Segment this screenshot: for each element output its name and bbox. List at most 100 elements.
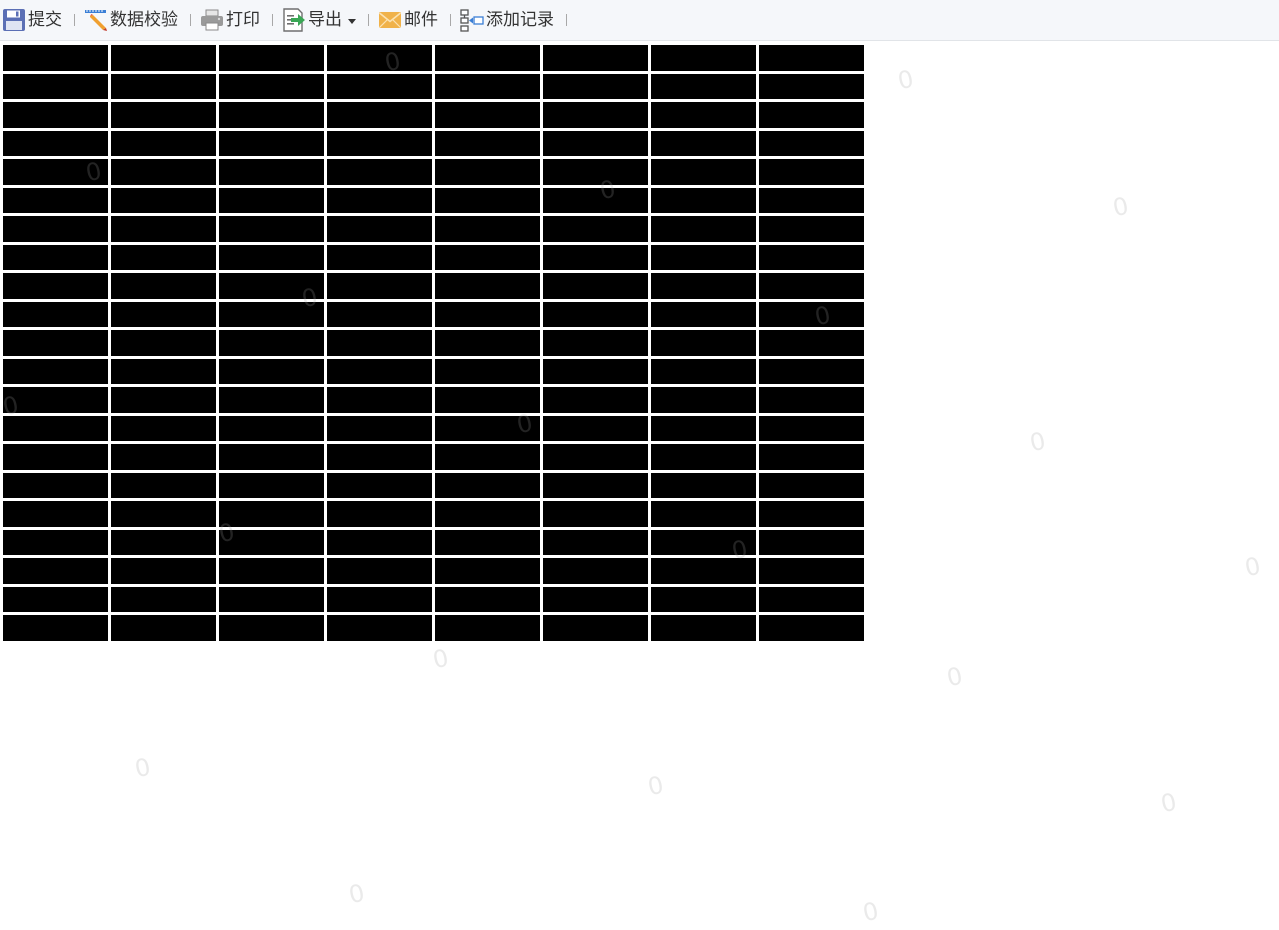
grid-cell[interactable] <box>327 558 432 584</box>
grid-cell[interactable] <box>543 130 648 156</box>
grid-cell[interactable] <box>111 529 216 555</box>
grid-cell[interactable] <box>543 586 648 612</box>
grid-cell[interactable] <box>219 187 324 213</box>
grid-cell[interactable] <box>3 45 108 71</box>
grid-cell[interactable] <box>327 444 432 470</box>
grid-cell[interactable] <box>327 187 432 213</box>
grid-cell[interactable] <box>435 216 540 242</box>
chevron-down-icon[interactable] <box>348 18 356 24</box>
grid-cell[interactable] <box>435 387 540 413</box>
grid-cell[interactable] <box>543 159 648 185</box>
grid-cell[interactable] <box>3 529 108 555</box>
grid-cell[interactable] <box>651 586 756 612</box>
grid-cell[interactable] <box>651 216 756 242</box>
grid-cell[interactable] <box>759 444 864 470</box>
grid-cell[interactable] <box>111 273 216 299</box>
grid-cell[interactable] <box>435 244 540 270</box>
grid-cell[interactable] <box>435 558 540 584</box>
grid-cell[interactable] <box>327 301 432 327</box>
grid-cell[interactable] <box>435 102 540 128</box>
grid-cell[interactable] <box>3 187 108 213</box>
grid-cell[interactable] <box>111 187 216 213</box>
grid-cell[interactable] <box>435 444 540 470</box>
grid-cell[interactable] <box>651 159 756 185</box>
grid-cell[interactable] <box>651 387 756 413</box>
grid-cell[interactable] <box>651 130 756 156</box>
grid-cell[interactable] <box>3 102 108 128</box>
grid-cell[interactable] <box>219 615 324 641</box>
grid-cell[interactable] <box>111 216 216 242</box>
grid-cell[interactable] <box>435 159 540 185</box>
grid-cell[interactable] <box>219 301 324 327</box>
grid-cell[interactable] <box>435 415 540 441</box>
grid-cell[interactable] <box>759 102 864 128</box>
grid-cell[interactable] <box>759 273 864 299</box>
grid-cell[interactable] <box>651 273 756 299</box>
grid-cell[interactable] <box>111 102 216 128</box>
grid-cell[interactable] <box>651 102 756 128</box>
grid-cell[interactable] <box>435 301 540 327</box>
grid-cell[interactable] <box>543 501 648 527</box>
grid-cell[interactable] <box>651 330 756 356</box>
grid-cell[interactable] <box>651 444 756 470</box>
grid-cell[interactable] <box>3 130 108 156</box>
grid-cell[interactable] <box>219 130 324 156</box>
grid-cell[interactable] <box>651 358 756 384</box>
grid-cell[interactable] <box>759 472 864 498</box>
grid-cell[interactable] <box>111 586 216 612</box>
grid-cell[interactable] <box>435 472 540 498</box>
grid-cell[interactable] <box>435 45 540 71</box>
grid-cell[interactable] <box>111 387 216 413</box>
grid-cell[interactable] <box>651 501 756 527</box>
grid-cell[interactable] <box>543 244 648 270</box>
grid-cell[interactable] <box>759 586 864 612</box>
grid-cell[interactable] <box>327 330 432 356</box>
grid-cell[interactable] <box>219 45 324 71</box>
grid-cell[interactable] <box>3 501 108 527</box>
grid-cell[interactable] <box>543 330 648 356</box>
grid-cell[interactable] <box>3 444 108 470</box>
grid-cell[interactable] <box>543 73 648 99</box>
grid-cell[interactable] <box>759 159 864 185</box>
grid-cell[interactable] <box>435 273 540 299</box>
grid-cell[interactable] <box>327 472 432 498</box>
grid-cell[interactable] <box>759 73 864 99</box>
grid-cell[interactable] <box>3 472 108 498</box>
grid-cell[interactable] <box>219 358 324 384</box>
add-record-button[interactable]: 添加记录 <box>460 5 558 35</box>
grid-cell[interactable] <box>759 358 864 384</box>
grid-cell[interactable] <box>543 273 648 299</box>
grid-cell[interactable] <box>219 273 324 299</box>
grid-cell[interactable] <box>435 615 540 641</box>
grid-cell[interactable] <box>219 472 324 498</box>
grid-cell[interactable] <box>651 615 756 641</box>
grid-cell[interactable] <box>651 45 756 71</box>
grid-cell[interactable] <box>327 358 432 384</box>
grid-cell[interactable] <box>219 586 324 612</box>
grid-cell[interactable] <box>327 159 432 185</box>
grid-cell[interactable] <box>219 159 324 185</box>
grid-cell[interactable] <box>759 130 864 156</box>
grid-cell[interactable] <box>543 444 648 470</box>
grid-cell[interactable] <box>3 159 108 185</box>
grid-cell[interactable] <box>3 358 108 384</box>
grid-cell[interactable] <box>651 244 756 270</box>
grid-cell[interactable] <box>219 387 324 413</box>
grid-cell[interactable] <box>543 45 648 71</box>
export-button[interactable]: 导出 <box>282 5 360 35</box>
submit-button[interactable]: 提交 <box>2 5 66 35</box>
grid-cell[interactable] <box>3 586 108 612</box>
grid-cell[interactable] <box>759 529 864 555</box>
grid-cell[interactable] <box>543 301 648 327</box>
grid-cell[interactable] <box>435 187 540 213</box>
grid-cell[interactable] <box>3 415 108 441</box>
grid-cell[interactable] <box>327 45 432 71</box>
grid-cell[interactable] <box>759 501 864 527</box>
grid-cell[interactable] <box>543 615 648 641</box>
grid-cell[interactable] <box>111 415 216 441</box>
grid-cell[interactable] <box>543 415 648 441</box>
grid-cell[interactable] <box>651 187 756 213</box>
grid-cell[interactable] <box>327 387 432 413</box>
grid-cell[interactable] <box>111 330 216 356</box>
grid-cell[interactable] <box>543 187 648 213</box>
